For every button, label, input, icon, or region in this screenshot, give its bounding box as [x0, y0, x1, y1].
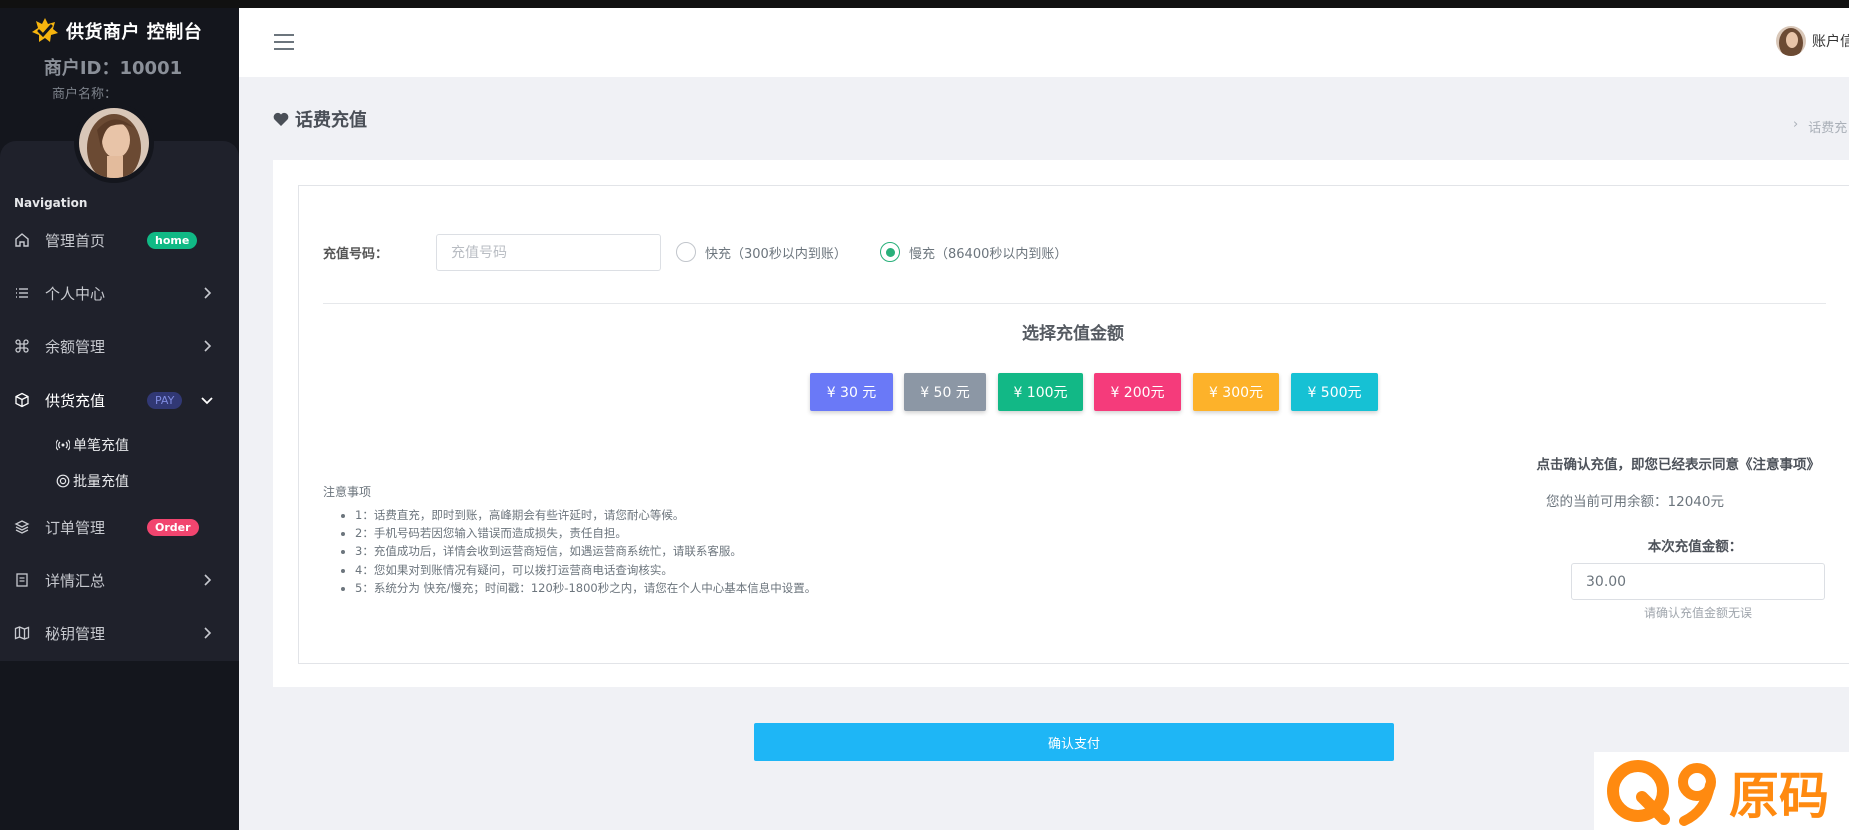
document-icon: [13, 571, 31, 589]
sidebar-item-label: 详情汇总: [45, 571, 106, 590]
amount-heading: 选择充值金额: [1022, 324, 1124, 344]
sidebar-item-profile[interactable]: 个人中心: [0, 273, 239, 313]
avatar-portrait-icon: [79, 108, 149, 178]
top-dark-strip: [0, 0, 1849, 8]
agreement-text: 点击确认充值，即您已经表示同意《注意事项》: [1536, 457, 1821, 473]
sidebar-item-label: 秘钥管理: [45, 624, 106, 643]
user-name: 账户信: [1812, 34, 1849, 50]
box-icon: [13, 391, 31, 409]
brand-logo-icon: [32, 18, 58, 42]
merchant-name-label: 商户名称：: [52, 87, 118, 102]
brand[interactable]: 供货商户 控制台: [30, 16, 202, 46]
globe-icon: [56, 474, 70, 488]
breadcrumb-current[interactable]: 话费充: [1808, 117, 1847, 136]
avatar-frame: [74, 103, 154, 183]
svg-text:原码: 原码: [1729, 767, 1829, 825]
amount-button-200[interactable]: ¥ 200元: [1094, 373, 1181, 411]
brand-title: 供货商户 控制台: [66, 22, 203, 43]
radio-label: 快充（300秒以内到账）: [705, 246, 847, 262]
amount-button-30[interactable]: ¥ 30 元: [810, 373, 893, 411]
amount-label: 本次充值金额：: [1647, 539, 1743, 555]
sidebar-item-label: 订单管理: [45, 518, 106, 537]
notice-item: 3：充值成功后，详情会收到运营商短信，如遇运营商系统忙，请联系客服。: [355, 542, 816, 560]
chevron-right-icon: [204, 340, 212, 352]
subitem-batch-recharge[interactable]: 批量充值: [56, 469, 129, 493]
chevron-down-icon: [201, 397, 213, 405]
avatar[interactable]: [79, 108, 149, 178]
sidebar-item-orders[interactable]: 订单管理 Order: [0, 507, 239, 547]
menu-toggle-icon[interactable]: [273, 33, 295, 51]
radio-circle: [676, 242, 696, 262]
sidebar-item-label: 管理首页: [45, 231, 106, 250]
user-avatar: [1776, 26, 1806, 56]
top-header: 账户信: [239, 8, 1849, 77]
command-icon: [13, 337, 31, 355]
amount-button-100[interactable]: ¥ 100元: [998, 373, 1083, 411]
merchant-id: 商户ID：10001: [43, 58, 183, 79]
notice-list: 1：话费直充，即时到账，高峰期会有些许延时，请您耐心等候。 2：手机号码若因您输…: [355, 506, 816, 597]
divider: [323, 303, 1826, 304]
notice-item: 2：手机号码若因您输入错误而造成损失，责任自担。: [355, 524, 816, 542]
notice-item: 1：话费直充，即时到账，高峰期会有些许延时，请您耐心等候。: [355, 506, 816, 524]
nav-heading: Navigation: [14, 196, 88, 210]
phone-label: 充值号码：: [323, 247, 389, 262]
sidebar-item-home[interactable]: 管理首页 home: [0, 220, 239, 260]
breadcrumb-separator-icon: ›: [1793, 117, 1799, 132]
confirm-pay-button[interactable]: 确认支付: [754, 723, 1394, 761]
layers-icon: [13, 518, 31, 536]
phone-input[interactable]: [436, 234, 661, 271]
amount-hint: 请确认充值金额无误: [1643, 606, 1752, 620]
chevron-right-icon: [204, 287, 212, 299]
subitem-label: 单笔充值: [73, 438, 129, 454]
user-menu[interactable]: 账户信: [1776, 26, 1849, 56]
sidebar-item-label: 供货充值: [45, 391, 106, 410]
sidebar-item-supply-recharge[interactable]: 供货充值 PAY: [0, 380, 239, 420]
notice-item: 4：您如果对到账情况有疑问，可以拨打运营商电话查询核实。: [355, 561, 816, 579]
breadcrumb: › 话费充: [1793, 117, 1847, 136]
order-badge: Order: [147, 519, 199, 536]
page-title-text: 话费充值: [295, 110, 367, 131]
sidebar-item-balance[interactable]: 余额管理: [0, 326, 239, 366]
broadcast-icon: [56, 438, 70, 452]
watermark-logo: 原码: [1594, 752, 1849, 830]
sidebar-item-label: 个人中心: [45, 284, 106, 303]
subitem-single-recharge[interactable]: 单笔充值: [56, 433, 129, 457]
amount-button-300[interactable]: ¥ 300元: [1193, 373, 1279, 411]
chevron-right-icon: [204, 574, 212, 586]
watermark-logo-icon: 原码: [1606, 760, 1829, 826]
amount-input[interactable]: [1571, 563, 1825, 600]
radio-label: 慢充（86400秒以内到账）: [909, 246, 1068, 262]
notice-item: 5：系统分为 快充/慢充；时间戳：120秒-1800秒之内，请您在个人中心基本信…: [355, 579, 816, 597]
amount-button-50[interactable]: ¥ 50 元: [904, 373, 986, 411]
home-icon: [13, 231, 31, 249]
chevron-right-icon: [204, 627, 212, 639]
amount-button-500[interactable]: ¥ 500元: [1291, 373, 1378, 411]
radio-circle-checked: [880, 242, 900, 262]
home-badge: home: [147, 232, 198, 249]
subitem-label: 批量充值: [73, 474, 129, 490]
sidebar-item-keys[interactable]: 秘钥管理: [0, 613, 239, 653]
sidebar-item-label: 余额管理: [45, 337, 106, 356]
radio-slow-recharge[interactable]: 慢充（86400秒以内到账）: [880, 242, 1067, 262]
page-title: 话费充值: [273, 106, 367, 132]
heart-icon: [273, 112, 289, 126]
sidebar-item-summary[interactable]: 详情汇总: [0, 560, 239, 600]
balance-text: 您的当前可用余额：12040元: [1546, 494, 1724, 510]
pay-badge: PAY: [147, 392, 183, 409]
map-icon: [13, 624, 31, 642]
notice-title: 注意事项: [323, 485, 372, 499]
radio-fast-recharge[interactable]: 快充（300秒以内到账）: [676, 242, 847, 262]
list-icon: [13, 284, 31, 302]
